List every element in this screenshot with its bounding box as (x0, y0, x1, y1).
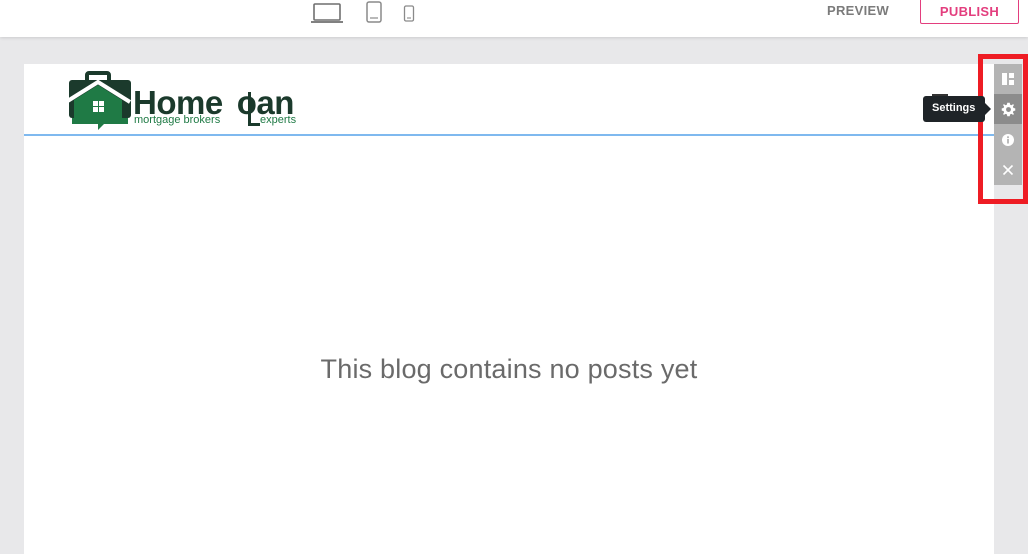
logo-tagline-right: experts (260, 114, 297, 126)
editor-topbar: PREVIEW PUBLISH (0, 0, 1028, 37)
house-briefcase-logo-icon (64, 71, 132, 130)
info-icon (1002, 134, 1014, 146)
logo-tagline-left: mortgage brokers (134, 114, 221, 126)
laptop-icon[interactable] (310, 2, 344, 24)
site-header[interactable]: HomeLoan mortgage brokers experts (24, 64, 994, 136)
phone-icon[interactable] (403, 5, 415, 23)
settings-tooltip: Settings (923, 96, 985, 122)
layout-button[interactable] (994, 64, 1022, 94)
info-button[interactable] (994, 125, 1022, 155)
settings-button[interactable] (994, 94, 1022, 124)
site-logo[interactable]: HomeLoan mortgage brokers experts (64, 70, 314, 130)
tablet-icon[interactable] (365, 1, 383, 25)
publish-button[interactable]: PUBLISH (920, 0, 1019, 24)
logo-l-stroke (248, 92, 251, 126)
element-toolbar (994, 64, 1022, 185)
close-icon (1002, 164, 1014, 176)
logo-l-foot (248, 123, 260, 126)
close-button[interactable] (994, 155, 1022, 185)
tooltip-arrow (985, 103, 991, 115)
layout-icon (1002, 73, 1014, 85)
blog-empty-message: This blog contains no posts yet (320, 354, 698, 384)
gear-icon (1001, 102, 1015, 116)
preview-button[interactable]: PREVIEW (812, 0, 904, 22)
page-canvas: HomeLoan mortgage brokers experts This b… (24, 64, 994, 554)
